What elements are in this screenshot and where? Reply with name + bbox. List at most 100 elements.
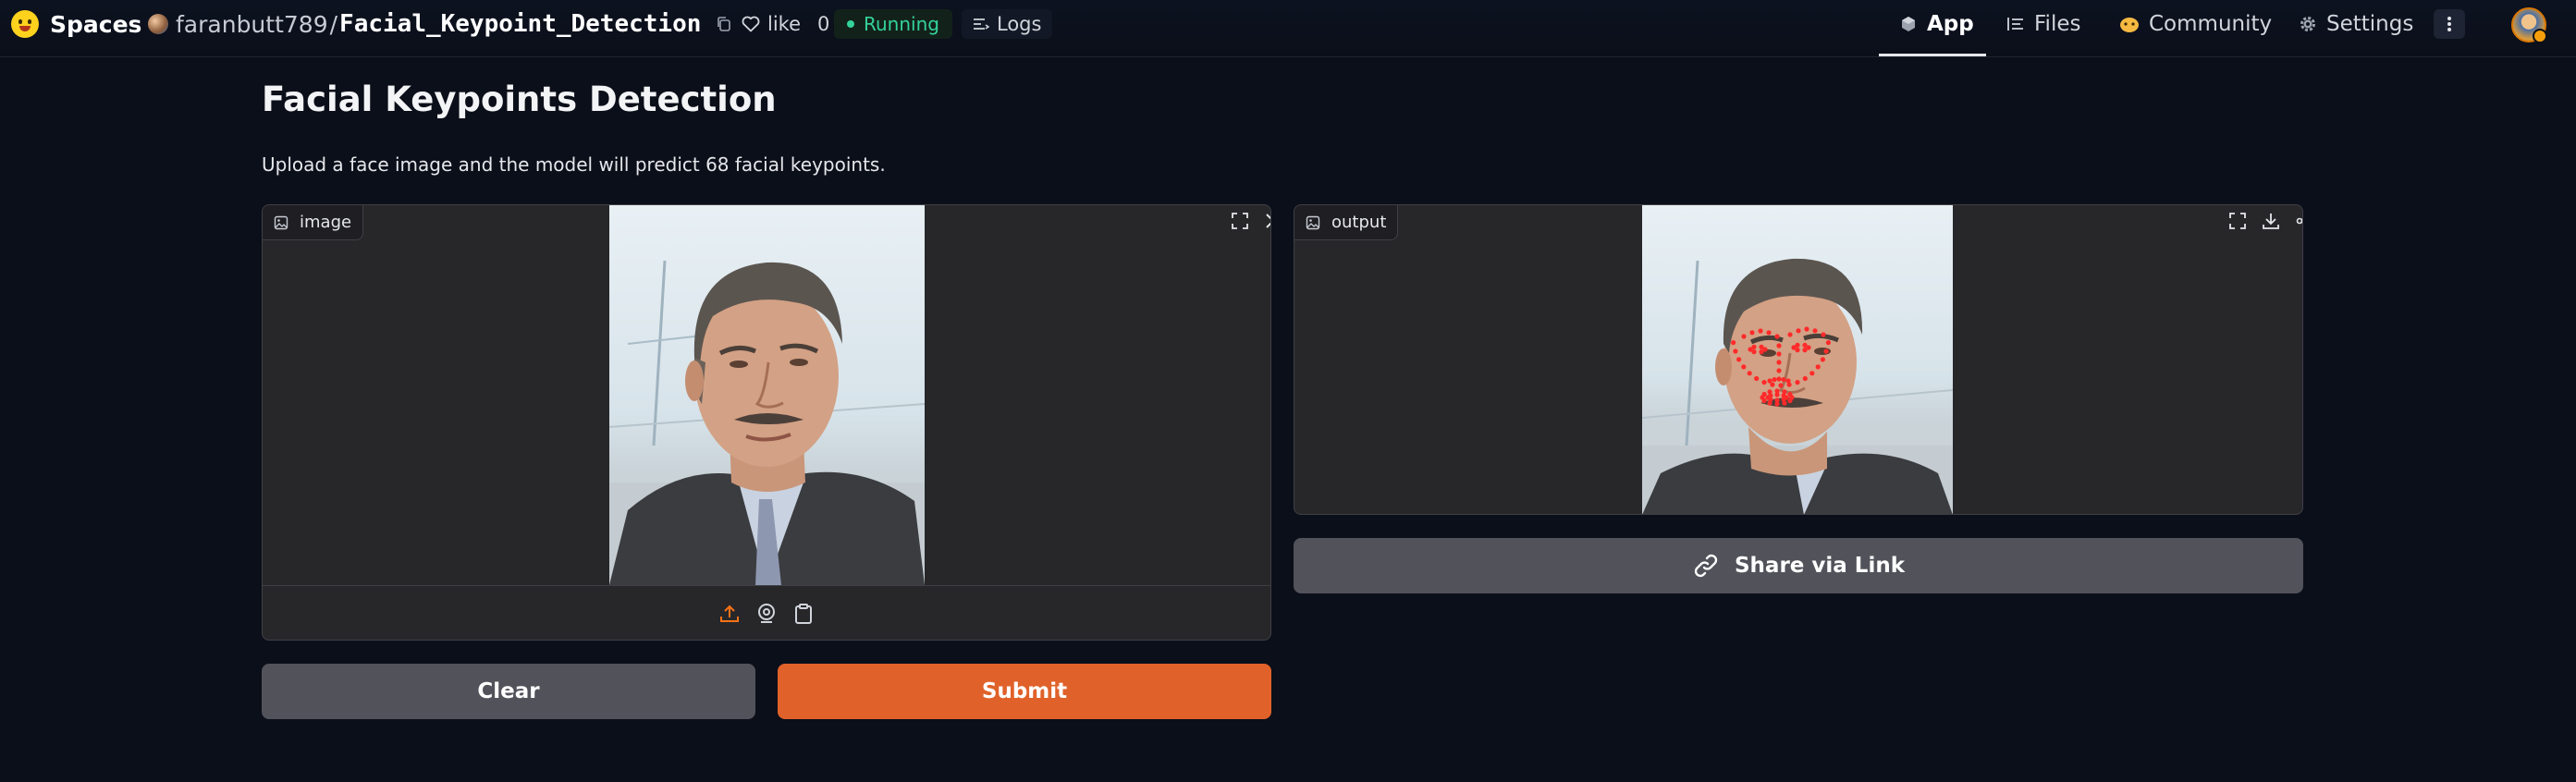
keypoint-marker: [1774, 397, 1780, 403]
close-icon[interactable]: [1259, 207, 1270, 235]
keypoint-marker: [1741, 364, 1747, 370]
keypoint-marker: [1787, 391, 1793, 397]
status-dot-icon: [847, 20, 854, 28]
webcam-icon[interactable]: [754, 601, 779, 627]
keypoint-marker: [1731, 340, 1736, 346]
heart-icon: [742, 16, 760, 32]
keypoint-marker: [1776, 343, 1782, 348]
logs-label: Logs: [997, 13, 1042, 35]
files-icon: [2007, 18, 2023, 31]
upload-icon[interactable]: [717, 601, 742, 627]
like-button[interactable]: like 0: [730, 9, 840, 39]
keypoint-marker: [1821, 332, 1826, 337]
keypoint-marker: [1815, 364, 1821, 370]
gear-icon: [2300, 17, 2315, 31]
keypoint-marker: [1787, 332, 1793, 337]
keypoint-marker: [1781, 393, 1786, 398]
share-icon[interactable]: [2290, 207, 2302, 235]
tab-app[interactable]: App: [1899, 0, 1974, 48]
keypoint-marker: [1781, 377, 1786, 383]
clipboard-icon[interactable]: [791, 601, 816, 627]
keypoint-marker: [1823, 348, 1829, 354]
keypoint-marker: [1733, 348, 1738, 354]
user-avatar[interactable]: [2511, 7, 2547, 43]
owner-link[interactable]: faranbutt789: [176, 11, 328, 38]
space-name-link[interactable]: Facial_Keypoint_Detection: [339, 10, 701, 38]
keypoint-marker: [1795, 380, 1800, 385]
keypoint-marker: [1785, 378, 1791, 384]
tab-settings-label: Settings: [2326, 12, 2414, 36]
app-cube-icon: [1902, 17, 1915, 31]
top-navigation-bar: Spaces faranbutt789 / Facial_Keypoint_De…: [0, 0, 2576, 57]
more-vertical-icon: [2447, 17, 2451, 31]
keypoint-marker: [1741, 334, 1747, 339]
tab-app-label: App: [1927, 12, 1974, 36]
keypoint-marker: [1795, 342, 1800, 348]
keypoint-marker: [1767, 378, 1773, 384]
share-via-link-button[interactable]: Share via Link: [1294, 538, 2303, 593]
status-badge: Running: [834, 9, 952, 39]
output-label-text: output: [1331, 213, 1387, 232]
hugging-face-logo-icon: [11, 10, 39, 38]
keypoint-marker: [1825, 340, 1831, 346]
tab-settings[interactable]: Settings: [2299, 0, 2413, 48]
keypoint-marker: [1754, 375, 1760, 382]
keypoint-marker: [1768, 393, 1773, 398]
community-icon: [2120, 18, 2139, 32]
logs-button[interactable]: Logs: [962, 9, 1053, 39]
clear-button[interactable]: Clear: [262, 664, 755, 719]
more-options-button[interactable]: [2434, 9, 2465, 39]
keypoint-marker: [1772, 377, 1777, 383]
keypoint-marker: [1796, 328, 1801, 334]
keypoint-marker: [1759, 344, 1764, 349]
keypoint-marker: [1776, 376, 1782, 382]
keypoint-marker: [1747, 371, 1752, 376]
keypoint-marker: [1766, 330, 1772, 336]
share-button-label: Share via Link: [1734, 554, 1906, 578]
clear-button-label: Clear: [477, 679, 540, 703]
image-input-panel[interactable]: image: [262, 204, 1271, 641]
keypoint-marker: [1809, 371, 1815, 376]
submit-button[interactable]: Submit: [778, 664, 1271, 719]
spaces-brand-link[interactable]: Spaces: [11, 0, 141, 48]
submit-button-label: Submit: [981, 679, 1068, 703]
link-icon: [1694, 554, 1718, 578]
status-label: Running: [864, 13, 939, 35]
keypoint-marker: [1759, 349, 1764, 355]
keypoint-marker: [1787, 397, 1793, 404]
owner-avatar: [148, 14, 168, 34]
page-description: Upload a face image and the model will p…: [262, 153, 886, 176]
brand-label: Spaces: [50, 10, 142, 38]
fullscreen-icon[interactable]: [1226, 207, 1254, 235]
image-icon: [1306, 215, 1320, 229]
keypoint-marker: [1749, 330, 1755, 336]
keypoint-marker: [1774, 334, 1780, 339]
keypoint-marker: [1776, 368, 1782, 373]
keypoint-marker: [1776, 351, 1782, 357]
tab-community[interactable]: Community: [2119, 0, 2272, 48]
image-source-toolbar: [263, 585, 1270, 640]
keypoint-marker: [1761, 391, 1767, 397]
keypoint-marker: [1778, 383, 1784, 388]
tab-files[interactable]: Files: [2006, 0, 2080, 48]
download-icon[interactable]: [2257, 207, 2285, 235]
keypoint-marker: [1761, 380, 1767, 385]
keypoint-marker: [1802, 348, 1808, 353]
keypoint-marker: [1776, 360, 1782, 365]
breadcrumb-separator: /: [329, 10, 338, 38]
fullscreen-icon[interactable]: [2224, 207, 2251, 235]
keypoint-marker: [1736, 357, 1742, 362]
input-image-preview: [609, 205, 925, 585]
keypoint-marker: [1774, 392, 1780, 397]
tab-files-label: Files: [2034, 12, 2081, 36]
keypoint-marker: [1820, 357, 1825, 362]
keypoint-marker: [1751, 344, 1757, 349]
output-image-preview: [1642, 205, 1953, 514]
image-icon: [274, 215, 288, 229]
keypoint-marker: [1804, 326, 1809, 332]
tab-community-label: Community: [2149, 12, 2273, 36]
active-tab-indicator: [1879, 54, 1986, 56]
like-label: like: [767, 13, 802, 35]
keypoint-marker: [1802, 342, 1808, 348]
keypoint-marker: [1802, 375, 1808, 382]
